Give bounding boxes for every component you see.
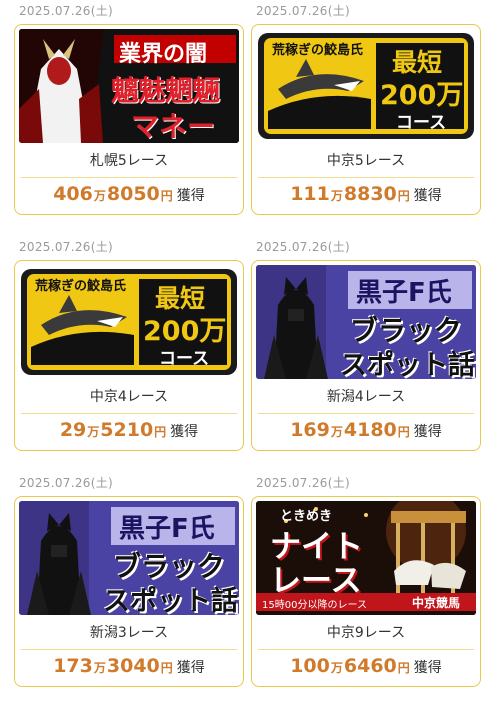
banner-title-1: 黒子F氏: [119, 514, 215, 544]
amount-rest: 4180: [343, 419, 397, 441]
yen-unit: 円: [397, 189, 410, 203]
card-date: 2025.07.26(土): [256, 240, 350, 254]
divider: [258, 177, 474, 178]
banner-image-kuroko[interactable]: 黒子F氏 ブラック スポット話: [256, 265, 476, 379]
banner-title-1: 業界の闇: [119, 42, 208, 67]
man-unit: 万: [330, 661, 343, 675]
race-name: 札幌5レース: [89, 153, 169, 169]
card-date: 2025.07.26(土): [256, 4, 350, 18]
banner-title-3: コース: [396, 113, 447, 133]
amount-rest: 5210: [100, 419, 154, 441]
payout-amount: 29万5210円 獲得: [15, 419, 243, 441]
race-name: 中京4レース: [89, 389, 169, 405]
banner-title-2: レース: [270, 563, 362, 599]
banner-title-2: 200万: [380, 80, 464, 111]
race-name: 新潟3レース: [89, 625, 169, 641]
amount-man: 29: [59, 419, 87, 441]
amount-rest: 3040: [106, 655, 160, 677]
amount-rest: 8830: [343, 183, 397, 205]
divider: [21, 649, 237, 650]
banner-title-3: マネー: [131, 110, 216, 143]
yen-unit: 円: [397, 661, 410, 675]
man-unit: 万: [330, 425, 343, 439]
amount-man: 100: [290, 655, 330, 677]
payout-amount: 173万3040円 獲得: [15, 655, 243, 677]
result-card[interactable]: 2025.07.26(土) 業界の闇 魑魅魍魎 マネー 札幌5レース 406万8…: [14, 4, 244, 215]
result-card[interactable]: 2025.07.26(土) 黒子F氏 ブラック スポット話 新潟4レース 169…: [251, 240, 481, 451]
card-body[interactable]: 荒稼ぎの鮫島氏 最短 200万 コース 中京4レース 29万5210円 獲得: [14, 260, 244, 451]
gain-label: 獲得: [170, 424, 199, 440]
yen-unit: 円: [154, 425, 167, 439]
gain-label: 獲得: [413, 660, 442, 676]
banner-title-3: コース: [159, 349, 210, 369]
race-name: 中京5レース: [326, 153, 406, 169]
man-unit: 万: [330, 189, 343, 203]
result-grid: 2025.07.26(土) 業界の闇 魑魅魍魎 マネー 札幌5レース 406万8…: [0, 0, 500, 708]
yen-unit: 円: [397, 425, 410, 439]
race-name: 新潟4レース: [326, 389, 406, 405]
banner-title-1: 黒子F氏: [356, 278, 452, 308]
man-unit: 万: [87, 425, 100, 439]
banner-title-2: 魑魅魍魎: [111, 74, 220, 107]
man-unit: 万: [93, 189, 106, 203]
yen-unit: 円: [160, 661, 173, 675]
gain-label: 獲得: [176, 660, 205, 676]
divider: [258, 649, 474, 650]
payout-amount: 406万8050円 獲得: [15, 183, 243, 205]
result-card[interactable]: 2025.07.26(土) 荒稼ぎの鮫島氏 最短 200万 コース 中京4レース: [14, 240, 244, 451]
card-date: 2025.07.26(土): [256, 476, 350, 490]
amount-man: 173: [53, 655, 93, 677]
gain-label: 獲得: [176, 188, 205, 204]
result-card[interactable]: 2025.07.26(土) 黒子F氏 ブラック スポット話 新潟3レース 173…: [14, 476, 244, 687]
banner-image-demon[interactable]: 業界の闇 魑魅魍魎 マネー: [19, 29, 239, 143]
payout-amount: 169万4180円 獲得: [252, 419, 480, 441]
card-body[interactable]: 黒子F氏 ブラック スポット話 新潟3レース 173万3040円 獲得: [14, 496, 244, 687]
banner-title-3: スポット話: [340, 350, 475, 379]
amount-rest: 6460: [343, 655, 397, 677]
card-body[interactable]: 荒稼ぎの鮫島氏 最短 200万 コース 中京5レース 111万8830円 獲得: [251, 24, 481, 215]
amount-man: 169: [290, 419, 330, 441]
race-name: 中京9レース: [326, 625, 406, 641]
card-date: 2025.07.26(土): [19, 476, 113, 490]
card-body[interactable]: 黒子F氏 ブラック スポット話 新潟4レース 169万4180円 獲得: [251, 260, 481, 451]
banner-caption: 15時00分以降のレース: [262, 600, 367, 611]
card-date: 2025.07.26(土): [19, 240, 113, 254]
banner-image-night-race[interactable]: ときめき ナイト レース 15時00分以降のレース 中京競馬: [256, 501, 476, 615]
result-card[interactable]: 2025.07.26(土) 荒稼ぎの鮫島氏 最短 200万 コース 中京5レース: [251, 4, 481, 215]
divider: [258, 413, 474, 414]
gain-label: 獲得: [413, 424, 442, 440]
banner-image-shark[interactable]: 荒稼ぎの鮫島氏 最短 200万 コース: [19, 265, 239, 379]
gain-label: 獲得: [413, 188, 442, 204]
divider: [21, 413, 237, 414]
card-date: 2025.07.26(土): [19, 4, 113, 18]
payout-amount: 100万6460円 獲得: [252, 655, 480, 677]
amount-man: 406: [53, 183, 93, 205]
card-body[interactable]: 業界の闇 魑魅魍魎 マネー 札幌5レース 406万8050円 獲得: [14, 24, 244, 215]
banner-venue: 中京競馬: [412, 596, 461, 610]
banner-image-shark[interactable]: 荒稼ぎの鮫島氏 最短 200万 コース: [256, 29, 476, 143]
banner-title-2: 200万: [143, 316, 227, 347]
yen-unit: 円: [160, 189, 173, 203]
amount-man: 111: [290, 183, 330, 205]
banner-shark-name: 荒稼ぎの鮫島氏: [272, 43, 364, 58]
card-body[interactable]: ときめき ナイト レース 15時00分以降のレース 中京競馬 中京9レース 10…: [251, 496, 481, 687]
man-unit: 万: [93, 661, 106, 675]
divider: [21, 177, 237, 178]
result-card[interactable]: 2025.07.26(土) ときめき ナイト レース 15時00分以降のレース …: [251, 476, 481, 687]
banner-image-kuroko[interactable]: 黒子F氏 ブラック スポット話: [19, 501, 239, 615]
payout-amount: 111万8830円 獲得: [252, 183, 480, 205]
banner-shark-name: 荒稼ぎの鮫島氏: [35, 279, 127, 294]
banner-title-3: スポット話: [103, 586, 238, 615]
amount-rest: 8050: [106, 183, 160, 205]
